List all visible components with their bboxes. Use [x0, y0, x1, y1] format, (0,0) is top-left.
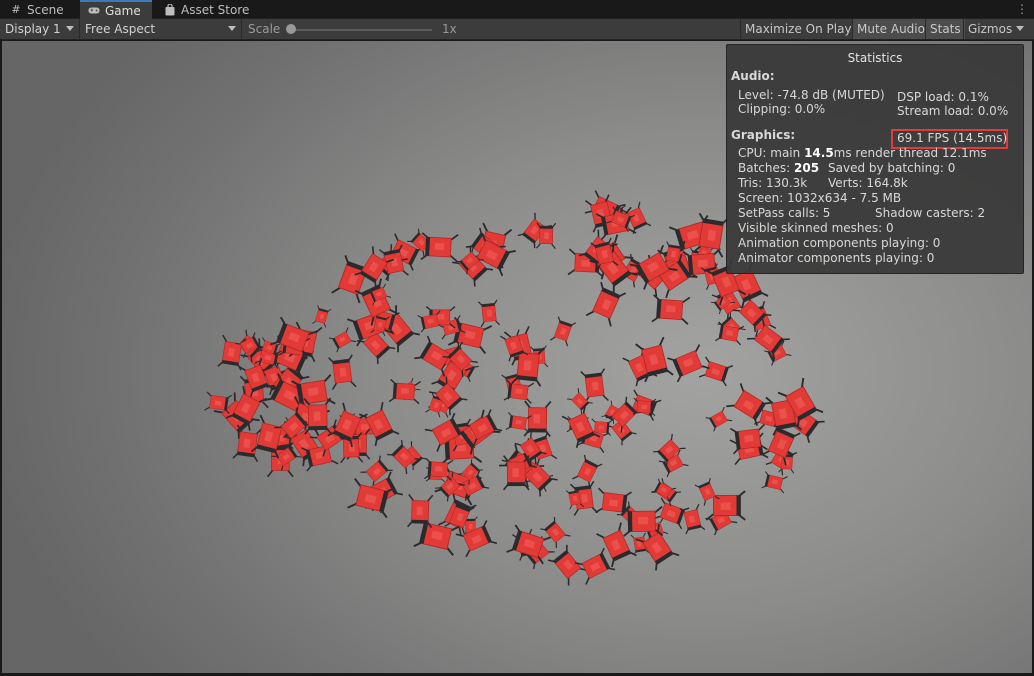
gizmos-label: Gizmos [968, 22, 1013, 36]
hash-grid-icon: # [11, 3, 21, 16]
tab-game-label: Game [105, 3, 141, 18]
dsp-load: DSP load: 0.1% [897, 90, 989, 104]
chair-object [388, 378, 421, 405]
audio-clipping: Clipping: 0.0% [738, 102, 826, 116]
maximize-on-play-button[interactable]: Maximize On Play [740, 19, 856, 39]
chair-object [407, 493, 434, 529]
chair-object [549, 316, 577, 347]
chair-object [667, 344, 710, 383]
tab-scene[interactable]: # Scene [2, 0, 72, 19]
mute-audio-button[interactable]: Mute Audio [852, 19, 929, 39]
animation-components: Animation components playing: 0 [738, 236, 941, 250]
maximize-on-play-label: Maximize On Play [745, 22, 852, 36]
chair-object [540, 517, 571, 548]
verts: Verts: 164.8k [828, 176, 908, 190]
stats-label: Stats [930, 22, 961, 36]
cpu-suffix: ms render thread 12.1ms [833, 146, 987, 160]
chair-object [478, 299, 501, 328]
chair-object [536, 222, 557, 249]
statistics-panel: Statistics Audio: Level: -74.8 dB (MUTED… [726, 44, 1024, 274]
aspect-dropdown-label: Free Aspect [85, 22, 156, 36]
chevron-down-icon [66, 26, 74, 31]
scale-slider-track[interactable] [290, 29, 432, 31]
audio-header: Audio: [731, 69, 775, 83]
chair-object [505, 412, 532, 434]
gamepad-icon [88, 5, 100, 17]
tab-bar: # Scene Game Asset Store ⋮ [0, 0, 1034, 19]
display-dropdown[interactable]: Display 1 [0, 19, 80, 39]
setpass-calls: SetPass calls: 5 [738, 206, 831, 220]
game-toolbar: Display 1 Free Aspect Scale 1x Maximize … [0, 19, 1034, 40]
cpu-line: CPU: main 14.5ms render thread 12.1ms [738, 146, 987, 160]
aspect-dropdown[interactable]: Free Aspect [80, 19, 242, 39]
statistics-title: Statistics [847, 51, 903, 65]
chevron-down-icon[interactable] [1016, 26, 1024, 31]
stream-load: Stream load: 0.0% [897, 104, 1009, 118]
chair-object [698, 356, 734, 387]
chair-object [679, 503, 706, 535]
shopping-bag-icon [164, 3, 176, 16]
tab-asset-store[interactable]: Asset Store [156, 0, 257, 19]
audio-level: Level: -74.8 dB (MUTED) [738, 88, 885, 102]
chair-object [761, 471, 788, 494]
cpu-main: 14.5 [804, 146, 834, 160]
batches-line: Batches: 205 [738, 161, 819, 175]
chair-object [572, 454, 603, 488]
cpu-prefix: CPU: main [738, 146, 805, 160]
chair-object [580, 368, 609, 404]
chair-object [312, 305, 332, 328]
chair-object [585, 281, 627, 327]
tab-scene-label: Scene [27, 2, 64, 17]
saved-by-batching: Saved by batching: 0 [828, 161, 956, 175]
tab-asset-store-label: Asset Store [181, 2, 250, 17]
scale-slider-thumb[interactable] [286, 24, 296, 34]
chair-object [303, 397, 332, 435]
fps-readout: 69.1 FPS (14.5ms) [897, 131, 1008, 145]
animator-components: Animator components playing: 0 [738, 251, 935, 265]
mute-audio-label: Mute Audio [857, 22, 925, 36]
batches-value: 205 [794, 161, 820, 175]
scale-label: Scale [248, 22, 281, 36]
chair-object [622, 505, 664, 537]
chair-object [574, 547, 616, 585]
kebab-menu-icon[interactable]: ⋮ [1016, 2, 1028, 16]
chair-object [217, 334, 247, 371]
batches-prefix: Batches: [738, 161, 794, 175]
chair-object [328, 354, 357, 391]
chair-object [651, 294, 691, 325]
chevron-down-icon [228, 26, 236, 31]
tris: Tris: 130.3k [738, 176, 808, 190]
chair-object [328, 327, 357, 353]
stats-button[interactable]: Stats [925, 19, 965, 39]
screen-info: Screen: 1032x634 - 7.5 MB [738, 191, 902, 205]
visible-skinned-meshes: Visible skinned meshes: 0 [738, 221, 894, 235]
chair-object [420, 232, 459, 262]
tab-game[interactable]: Game [80, 0, 152, 19]
graphics-header: Graphics: [731, 128, 796, 142]
shadow-casters: Shadow casters: 2 [875, 206, 986, 220]
display-dropdown-label: Display 1 [5, 22, 61, 36]
scale-value: 1x [442, 22, 457, 36]
chair-object [705, 406, 733, 432]
chair-object [547, 544, 588, 586]
